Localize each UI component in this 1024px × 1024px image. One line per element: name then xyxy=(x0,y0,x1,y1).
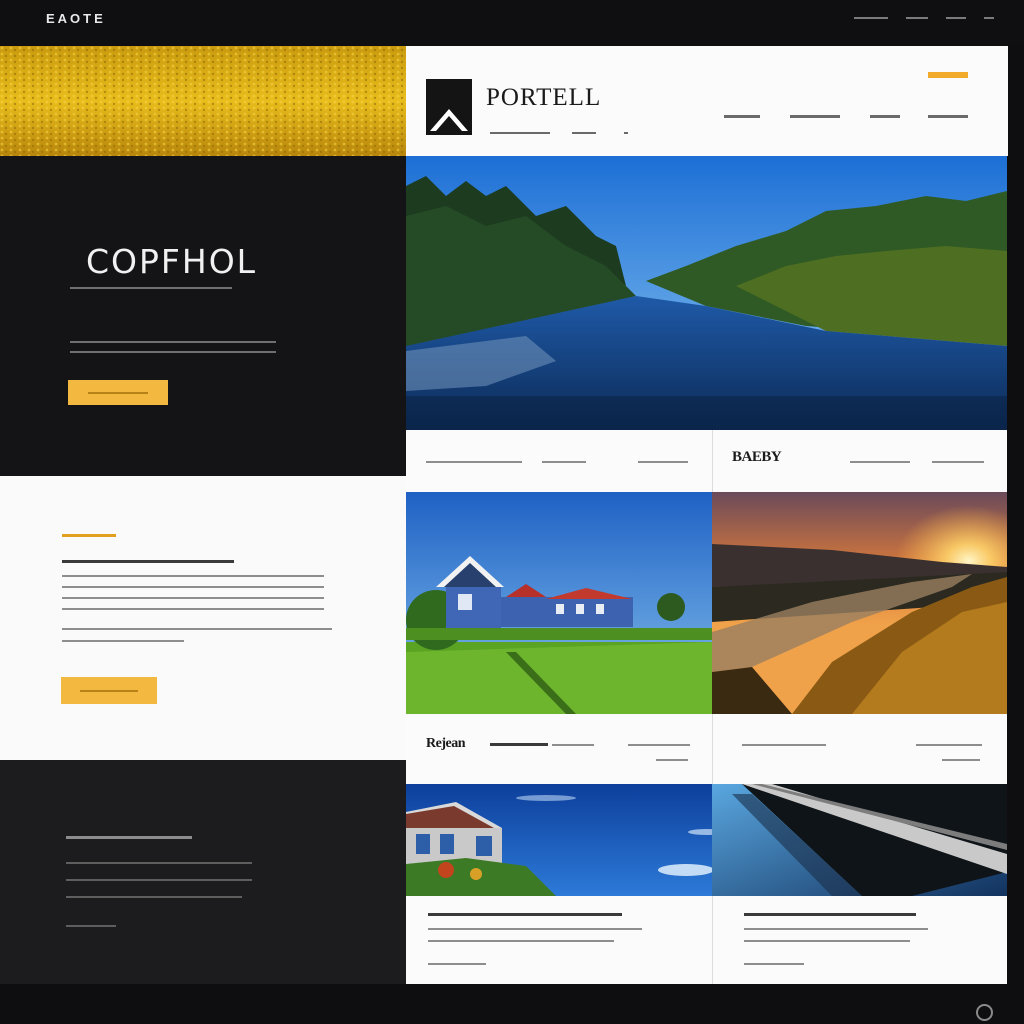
card-heading-line[interactable] xyxy=(744,913,916,916)
caption-line xyxy=(942,759,980,761)
hero-text-line xyxy=(70,341,276,343)
header-nav-item[interactable] xyxy=(870,115,900,118)
top-nav xyxy=(854,15,994,19)
header-nav-item[interactable] xyxy=(790,115,840,118)
gallery-title: BAEBY xyxy=(732,449,782,465)
captions-strip xyxy=(406,714,1007,784)
about-text-line xyxy=(62,608,324,610)
caption-line xyxy=(656,759,688,761)
caption-line xyxy=(916,744,982,746)
header-nav-item[interactable] xyxy=(928,115,968,118)
logo-text[interactable]: PORTELL xyxy=(486,84,601,112)
hero-title: COPFHOL xyxy=(86,242,258,281)
sunset-river-image[interactable] xyxy=(712,492,1007,714)
card-text-line xyxy=(744,940,910,942)
about-text-line xyxy=(62,597,324,599)
hero-panel xyxy=(0,156,406,476)
circle-icon[interactable] xyxy=(976,1004,993,1021)
about-text-line xyxy=(62,586,324,588)
top-nav-item[interactable] xyxy=(984,17,994,19)
footer-heading-line xyxy=(66,836,192,839)
card-link-line[interactable] xyxy=(428,963,486,965)
top-nav-item[interactable] xyxy=(906,17,928,19)
caption-line xyxy=(628,744,690,746)
top-nav-item[interactable] xyxy=(854,17,888,19)
card-text-line xyxy=(744,928,928,930)
about-text-line xyxy=(62,628,332,630)
river-hero-image xyxy=(406,156,1007,430)
strip-text-line xyxy=(426,461,522,463)
mountain-logo-icon[interactable] xyxy=(426,79,472,135)
caption-line xyxy=(490,743,548,746)
card-link-line[interactable] xyxy=(744,963,804,965)
house-lawn-image[interactable] xyxy=(406,492,712,714)
divider xyxy=(712,896,713,984)
strip-text-line xyxy=(932,461,984,463)
footer-text-line xyxy=(66,896,242,898)
divider xyxy=(712,714,713,784)
about-cta-button[interactable] xyxy=(61,677,157,704)
bottom-bar xyxy=(0,984,1024,1024)
about-eyebrow xyxy=(62,534,116,537)
house-sky-image[interactable] xyxy=(406,784,712,896)
footer-link-line[interactable] xyxy=(66,925,116,927)
about-text-line xyxy=(62,640,184,642)
header-nav-item[interactable] xyxy=(724,115,760,118)
brand-name[interactable]: EAOTE xyxy=(46,11,106,26)
footer-info-panel xyxy=(0,760,406,984)
page: EAOTE COPFHOL PORTELL BAEBY Rejean xyxy=(0,0,1024,1024)
card-text-line xyxy=(428,940,614,942)
card-heading-line[interactable] xyxy=(428,913,622,916)
caption-line xyxy=(552,744,594,746)
strip-text-line xyxy=(638,461,688,463)
strip-text-line xyxy=(542,461,586,463)
header-accent-link[interactable] xyxy=(928,72,968,78)
about-panel xyxy=(0,476,406,760)
strip-text-line xyxy=(850,461,910,463)
hero-text-line xyxy=(70,351,276,353)
logo-tagline-line xyxy=(624,132,628,134)
about-heading-line xyxy=(62,560,234,563)
footer-text-line xyxy=(66,862,252,864)
footer-text-line xyxy=(66,879,252,881)
logo-tagline-line xyxy=(490,132,550,134)
caption-line xyxy=(742,744,826,746)
pier-water-image[interactable] xyxy=(712,784,1007,896)
yellow-field-image xyxy=(0,46,406,156)
about-text-line xyxy=(62,575,324,577)
card-title[interactable]: Rejean xyxy=(426,736,466,752)
top-nav-item[interactable] xyxy=(946,17,966,19)
top-bar: EAOTE xyxy=(0,0,1024,46)
hero-subtitle-line xyxy=(70,287,232,289)
logo-tagline-line xyxy=(572,132,596,134)
card-text-line xyxy=(428,928,642,930)
divider xyxy=(712,430,713,492)
hero-cta-button[interactable] xyxy=(68,380,168,405)
